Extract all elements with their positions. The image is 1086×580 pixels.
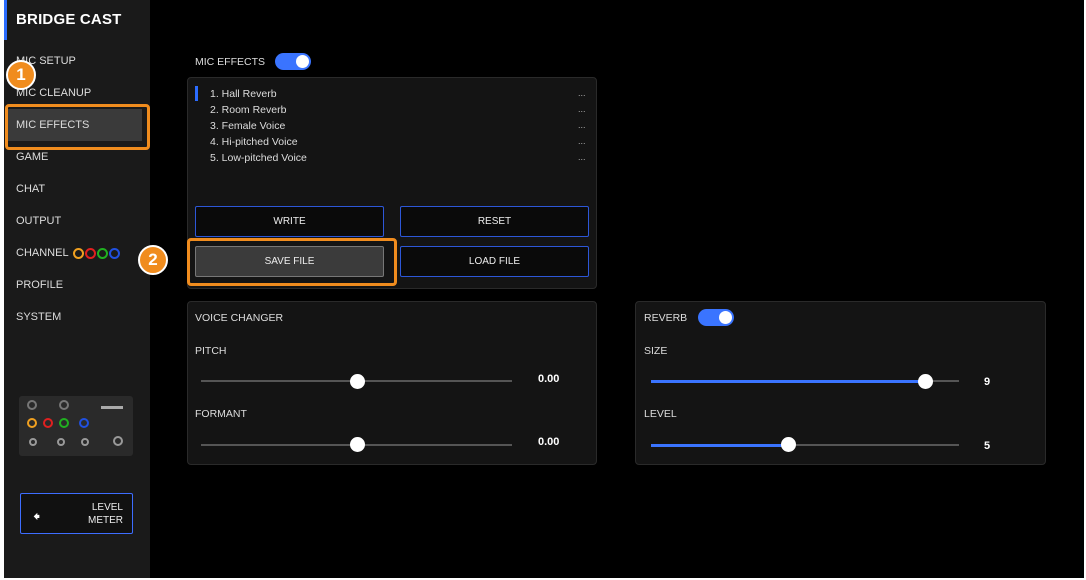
reverb-title: REVERB xyxy=(644,312,688,324)
device-knob xyxy=(59,418,69,428)
preset-menu-icon[interactable]: ... xyxy=(578,120,586,130)
app-title: BRIDGE CAST xyxy=(16,11,122,28)
preset-item[interactable]: 4. Hi-pitched Voice xyxy=(210,136,298,148)
formant-slider-handle[interactable] xyxy=(350,437,365,452)
device-button xyxy=(81,438,89,446)
preset-menu-icon[interactable]: ... xyxy=(578,88,586,98)
device-display xyxy=(101,406,123,409)
device-knob xyxy=(27,400,37,410)
device-knob xyxy=(59,400,69,410)
preset-item[interactable]: 3. Female Voice xyxy=(210,120,285,132)
voice-changer-panel xyxy=(187,301,597,465)
preset-item[interactable]: 2. Room Reverb xyxy=(210,104,286,116)
mic-effects-title: MIC EFFECTS xyxy=(195,56,265,68)
level-label: LEVEL xyxy=(644,408,677,420)
sidebar-item-output[interactable]: OUTPUT xyxy=(16,205,144,237)
toggle-thumb xyxy=(296,55,309,68)
write-button[interactable]: WRITE xyxy=(195,206,384,237)
level-meter-label: LEVEL METER xyxy=(88,502,123,526)
size-slider-fill xyxy=(651,380,925,383)
arrow-left-icon: 🠸 xyxy=(33,508,41,524)
preset-menu-icon[interactable]: ... xyxy=(578,136,586,146)
formant-value: 0.00 xyxy=(538,436,560,448)
mic-effects-toggle[interactable] xyxy=(275,53,311,70)
preset-menu-icon[interactable]: ... xyxy=(578,152,586,162)
sidebar-item-chat[interactable]: CHAT xyxy=(16,173,144,205)
size-value: 9 xyxy=(984,376,991,388)
sidebar-item-channel[interactable]: CHANNEL xyxy=(16,237,144,269)
level-value: 5 xyxy=(984,440,991,452)
preset-menu-icon[interactable]: ... xyxy=(578,104,586,114)
level-slider-handle[interactable] xyxy=(781,437,796,452)
callout-badge-2: 2 xyxy=(138,245,168,275)
device-image xyxy=(19,396,133,456)
reset-button[interactable]: RESET xyxy=(400,206,589,237)
level-slider-fill xyxy=(651,444,788,447)
callout-highlight-save-file xyxy=(187,238,397,286)
size-label: SIZE xyxy=(644,345,668,357)
title-accent-bar xyxy=(4,0,7,40)
voice-changer-title: VOICE CHANGER xyxy=(195,312,284,324)
level-meter-button[interactable]: 🠸 LEVEL METER xyxy=(20,493,133,534)
pitch-label: PITCH xyxy=(195,345,227,357)
device-button xyxy=(29,438,37,446)
channel-color-icons xyxy=(72,237,121,269)
device-button xyxy=(113,436,123,446)
toggle-thumb xyxy=(719,311,732,324)
callout-highlight-mic-effects xyxy=(5,104,150,150)
sidebar-item-label: CHANNEL xyxy=(16,247,69,259)
size-slider-handle[interactable] xyxy=(918,374,933,389)
pitch-value: 0.00 xyxy=(538,373,560,385)
preset-item[interactable]: 5. Low-pitched Voice xyxy=(210,152,307,164)
preset-item[interactable]: 1. Hall Reverb xyxy=(210,88,277,100)
device-button xyxy=(57,438,65,446)
pitch-slider-handle[interactable] xyxy=(350,374,365,389)
load-file-button[interactable]: LOAD FILE xyxy=(400,246,589,277)
sidebar-item-system[interactable]: SYSTEM xyxy=(16,301,144,333)
sidebar-item-profile[interactable]: PROFILE xyxy=(16,269,144,301)
device-knob xyxy=(43,418,53,428)
reverb-toggle[interactable] xyxy=(698,309,734,326)
device-knob xyxy=(27,418,37,428)
formant-label: FORMANT xyxy=(195,408,247,420)
device-knob xyxy=(79,418,89,428)
callout-badge-1: 1 xyxy=(6,60,36,90)
selected-preset-marker xyxy=(195,86,198,101)
